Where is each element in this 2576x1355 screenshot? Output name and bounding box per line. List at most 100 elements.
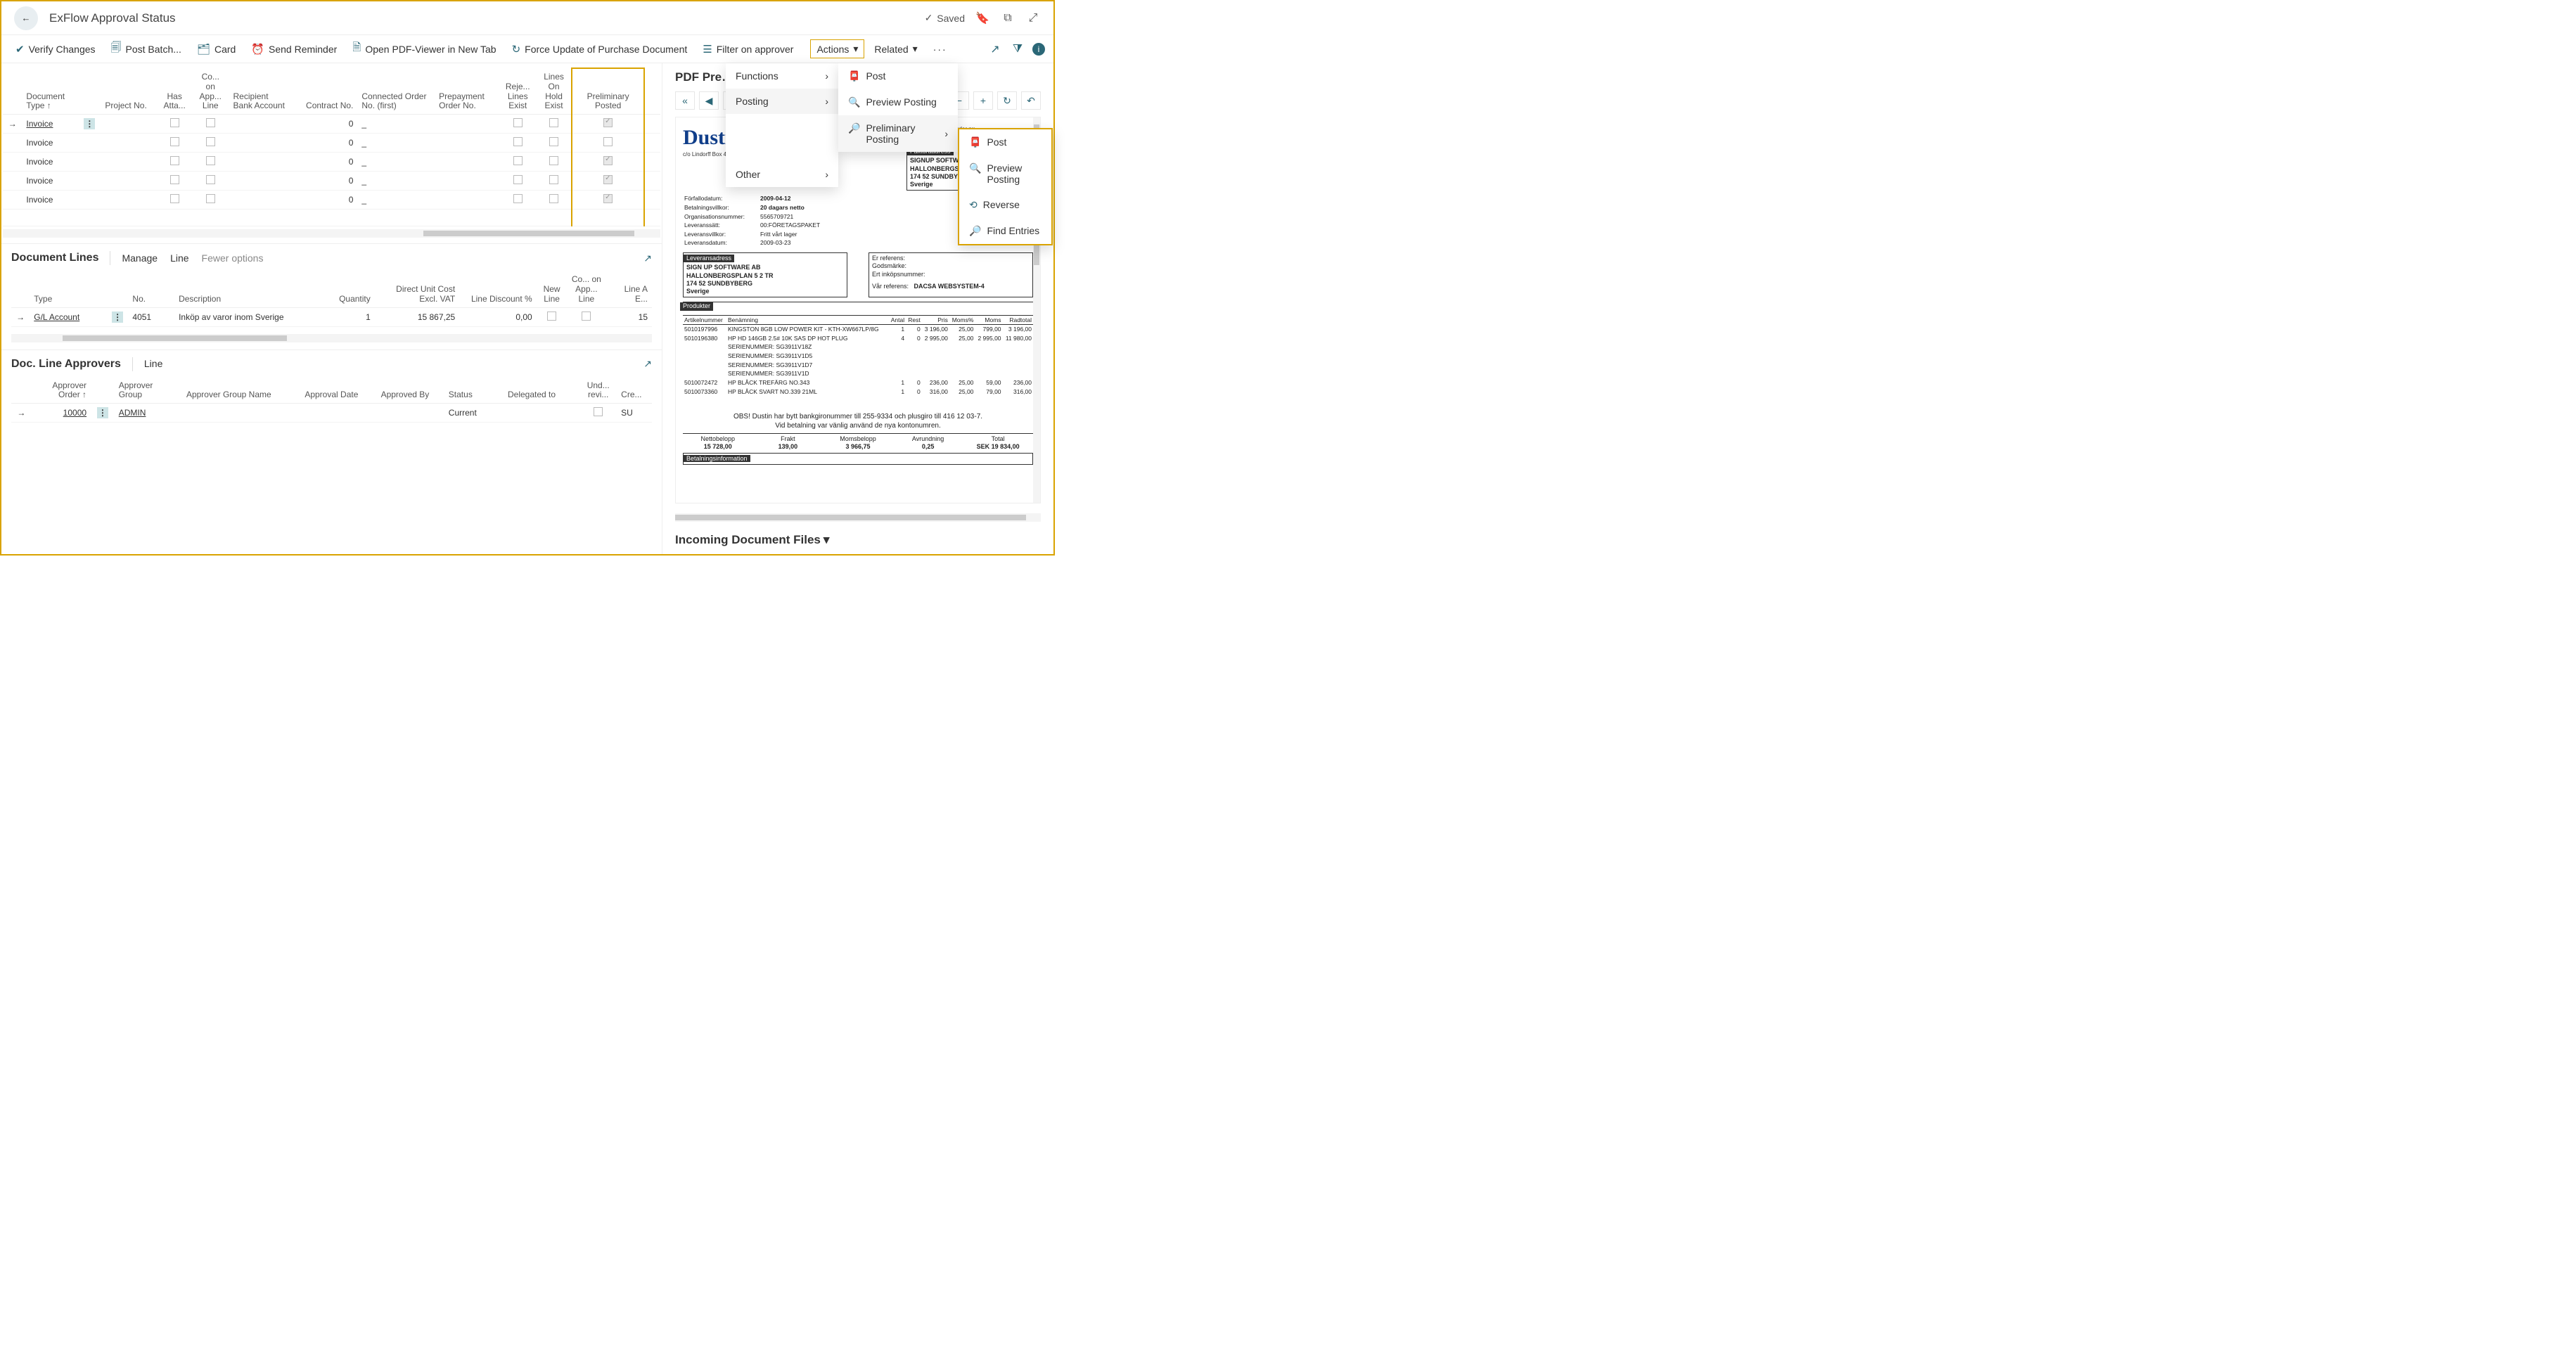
col-app-status[interactable]: Status [444, 377, 504, 404]
col-recipbank[interactable]: Recipient Bank Account [229, 68, 293, 115]
menu-post-3[interactable]: 📮Post [959, 129, 1051, 155]
menu-find-entries[interactable]: 🔎Find Entries [959, 218, 1051, 244]
col-prepay[interactable]: Prepayment Order No. [435, 68, 499, 115]
grid-row[interactable]: → Invoice ⋮ 0 _ [3, 115, 660, 134]
col-type[interactable]: Type [30, 271, 106, 307]
doc-line-row[interactable]: → G/L Account ⋮ 4051 Inköp av varor inom… [11, 307, 652, 326]
onhold-checkbox[interactable] [549, 156, 558, 165]
onhold-checkbox[interactable] [549, 137, 558, 146]
col-hold[interactable]: Lines On Hold Exist [537, 68, 572, 115]
onhold-checkbox[interactable] [549, 194, 558, 203]
onhold-checkbox[interactable] [549, 175, 558, 184]
menu-preview-posting[interactable]: 🔍Preview Posting [838, 89, 958, 115]
prelim-posted-checkbox[interactable] [603, 137, 613, 146]
prelim-posted-checkbox[interactable] [603, 194, 613, 203]
grid-hscroll[interactable] [3, 229, 660, 238]
col-unitcost[interactable]: Direct Unit Cost Excl. VAT [375, 271, 459, 307]
tab-fewer-options[interactable]: Fewer options [202, 252, 264, 264]
row-actions-button[interactable]: ⋮ [97, 407, 108, 418]
coapp-checkbox[interactable] [582, 312, 591, 321]
verify-changes-button[interactable]: ✔Verify Changes [10, 40, 101, 58]
popout-icon[interactable]: ⧉ [1000, 12, 1015, 25]
filter-approver-button[interactable]: ☰Filter on approver [697, 40, 799, 58]
rejected-checkbox[interactable] [513, 137, 523, 146]
rejected-checkbox[interactable] [513, 156, 523, 165]
app-order[interactable]: 10000 [32, 404, 91, 423]
prelim-posted-checkbox[interactable] [603, 175, 613, 184]
col-doctype[interactable]: Document Type ↑ [22, 68, 78, 115]
menu-reverse[interactable]: ⟲Reverse [959, 192, 1051, 218]
tab-line-approvers[interactable]: Line [144, 358, 162, 370]
back-button[interactable]: ← [14, 6, 38, 30]
rejected-checkbox[interactable] [513, 175, 523, 184]
col-app-groupname[interactable]: Approver Group Name [182, 377, 300, 404]
pdf-zoom-in-button[interactable]: + [973, 91, 993, 110]
col-coapp[interactable]: Co... on App... Line [192, 68, 229, 115]
co-app-checkbox[interactable] [206, 156, 215, 165]
col-qty[interactable]: Quantity [328, 271, 375, 307]
share-doclines-icon[interactable]: ↗ [643, 252, 652, 264]
pdf-first-button[interactable]: « [675, 91, 695, 110]
menu-other[interactable]: Other› [726, 162, 838, 187]
co-app-checkbox[interactable] [206, 137, 215, 146]
menu-posting[interactable]: Posting› [726, 89, 838, 114]
send-reminder-button[interactable]: ⏰Send Reminder [245, 40, 342, 58]
col-linea[interactable]: Line A E... [605, 271, 652, 307]
col-disc[interactable]: Line Discount % [459, 271, 536, 307]
co-app-checkbox[interactable] [206, 194, 215, 203]
onhold-checkbox[interactable] [549, 118, 558, 127]
row-actions-button[interactable]: ⋮ [84, 118, 95, 129]
col-desc[interactable]: Description [174, 271, 328, 307]
grid-row[interactable]: Invoice 0 _ [3, 153, 660, 172]
col-app-date[interactable]: Approval Date [300, 377, 376, 404]
grid-row[interactable]: Invoice 0 _ [3, 172, 660, 191]
row-actions-button[interactable]: ⋮ [112, 312, 123, 323]
related-dropdown[interactable]: Related▾ [869, 40, 923, 58]
pdf-hscroll[interactable] [675, 513, 1041, 522]
force-update-button[interactable]: ↻Force Update of Purchase Document [506, 40, 693, 58]
under-review-checkbox[interactable] [594, 407, 603, 416]
app-group[interactable]: ADMIN [115, 404, 182, 423]
doclines-hscroll[interactable] [11, 334, 652, 342]
has-atta-checkbox[interactable] [170, 118, 179, 127]
doc-line-no[interactable]: 4051 [128, 307, 174, 326]
col-app-order[interactable]: Approver Order ↑ [32, 377, 91, 404]
more-options-button[interactable]: ··· [928, 41, 953, 58]
col-prelim[interactable]: Preliminary Posted [572, 68, 644, 115]
share-approvers-icon[interactable]: ↗ [643, 358, 652, 370]
grid-row[interactable]: Invoice 0 _ [3, 191, 660, 210]
doc-line-type[interactable]: G/L Account [30, 307, 106, 326]
menu-post[interactable]: 📮Post [838, 63, 958, 89]
grid-row[interactable]: Invoice 0 _ [3, 134, 660, 153]
menu-functions[interactable]: Functions› [726, 63, 838, 89]
has-atta-checkbox[interactable] [170, 156, 179, 165]
has-atta-checkbox[interactable] [170, 194, 179, 203]
col-app-group[interactable]: Approver Group [115, 377, 182, 404]
pdf-prev-button[interactable]: ◀ [699, 91, 719, 110]
menu-preliminary-posting[interactable]: 🔎Preliminary Posting› [838, 115, 958, 152]
rejected-checkbox[interactable] [513, 194, 523, 203]
tab-line[interactable]: Line [170, 252, 188, 264]
filter-icon[interactable]: ⧩ [1010, 43, 1025, 56]
col-app-by[interactable]: Approved By [377, 377, 444, 404]
prelim-posted-checkbox[interactable] [603, 156, 613, 165]
newline-checkbox[interactable] [547, 312, 556, 321]
pdf-refresh-button[interactable]: ↻ [997, 91, 1017, 110]
col-rej[interactable]: Reje... Lines Exist [499, 68, 537, 115]
post-batch-button[interactable]: 🗐Post Batch... [105, 37, 187, 60]
prelim-posted-checkbox[interactable] [603, 118, 613, 127]
col-app-und[interactable]: Und... revi... [579, 377, 617, 404]
has-atta-checkbox[interactable] [170, 175, 179, 184]
col-hasatta[interactable]: Has Atta... [157, 68, 192, 115]
actions-dropdown[interactable]: Actions▾ [810, 39, 864, 58]
incoming-doc-files-title[interactable]: Incoming Document Files ▾ [675, 533, 1041, 547]
menu-preview-posting-3[interactable]: 🔍Preview Posting [959, 155, 1051, 192]
pdf-undo-button[interactable]: ↶ [1021, 91, 1041, 110]
doc-line-qty[interactable]: 1 [328, 307, 375, 326]
col-projectno[interactable]: Project No. [101, 68, 157, 115]
share-icon[interactable]: ↗ [987, 42, 1003, 56]
tab-manage[interactable]: Manage [122, 252, 158, 264]
collapse-icon[interactable]: ⤢ [1025, 12, 1041, 25]
doc-line-disc[interactable]: 0,00 [459, 307, 536, 326]
col-app-delegated[interactable]: Delegated to [504, 377, 579, 404]
